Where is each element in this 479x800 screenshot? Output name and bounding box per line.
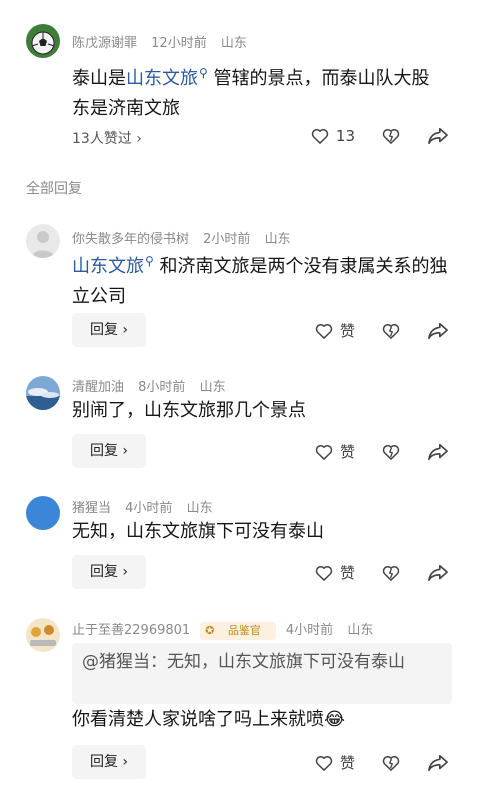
comment-actions: 赞 xyxy=(296,562,449,583)
reply-button[interactable]: 回复 › xyxy=(72,745,146,779)
username[interactable]: 陈戊源谢罪 xyxy=(72,36,137,51)
like-label: 赞 xyxy=(339,754,355,772)
search-icon: ⚲ xyxy=(145,254,154,268)
comment-actions: 赞 xyxy=(296,441,449,462)
dislike-button[interactable] xyxy=(381,563,401,583)
username[interactable]: 清醒加油 xyxy=(72,380,124,395)
comment-text: 无知，山东文旅旗下可没有泰山 xyxy=(72,521,324,542)
heart-icon xyxy=(311,129,329,144)
heart-icon xyxy=(315,444,333,460)
broken-heart-icon xyxy=(382,323,400,339)
heart-icon xyxy=(315,565,333,581)
timestamp: 8小时前 xyxy=(138,380,186,395)
like-button[interactable]: 赞 xyxy=(314,441,355,462)
like-label: 赞 xyxy=(339,443,355,461)
avatar[interactable] xyxy=(26,618,60,652)
chevron-right-icon: › xyxy=(122,564,129,580)
reply-button[interactable]: 回复 › xyxy=(72,313,146,347)
avatar[interactable] xyxy=(26,496,60,530)
reviewer-badge: ✪ 品鉴官 xyxy=(200,622,276,640)
location: 山东 xyxy=(264,232,291,247)
share-icon xyxy=(428,564,448,581)
search-icon: ⚲ xyxy=(199,66,208,80)
comment-meta: 清醒加油 8小时前 山东 xyxy=(72,376,236,395)
timestamp: 4小时前 xyxy=(285,623,334,638)
share-button[interactable] xyxy=(427,753,449,773)
likes-summary[interactable]: 13人赞过 › xyxy=(72,128,142,148)
search-link[interactable]: 山东文旅⚲ xyxy=(72,254,154,277)
location: 山东 xyxy=(220,36,247,51)
comment-text: 你看清楚人家说啥了吗上来就喷😂 xyxy=(72,709,346,730)
like-label: 赞 xyxy=(339,564,355,582)
comment-text: 山东文旅⚲ 和济南文旅是两个没有隶属关系的独立公司 xyxy=(72,254,448,307)
comment-meta: 陈戊源谢罪 12小时前 山东 xyxy=(72,32,257,51)
dislike-button[interactable] xyxy=(381,442,401,462)
share-icon xyxy=(428,443,448,460)
heart-icon xyxy=(315,323,333,339)
username[interactable]: 你失散多年的侵书树 xyxy=(72,232,189,247)
dislike-button[interactable] xyxy=(381,321,401,341)
like-button[interactable]: 赞 xyxy=(314,320,355,341)
comment-meta: 你失散多年的侵书树 2小时前 山东 xyxy=(72,228,301,247)
chevron-right-icon: › xyxy=(122,754,129,770)
share-button[interactable] xyxy=(427,321,449,341)
share-icon xyxy=(428,127,448,145)
reply-button[interactable]: 回复 › xyxy=(72,434,146,468)
comment-actions: 赞 xyxy=(296,320,449,341)
broken-heart-icon xyxy=(382,444,400,460)
dislike-button[interactable] xyxy=(381,126,401,146)
broken-heart-icon xyxy=(382,755,400,771)
avatar[interactable] xyxy=(26,24,60,58)
search-link[interactable]: 山东文旅⚲ xyxy=(126,66,208,89)
avatar[interactable] xyxy=(26,224,60,258)
reply-button[interactable]: 回复 › xyxy=(72,555,146,589)
laughing-crying-emoji-icon: 😂 xyxy=(324,709,346,730)
section-title: 全部回复 xyxy=(26,181,82,197)
heart-icon xyxy=(315,755,333,771)
location: 山东 xyxy=(199,380,226,395)
dislike-button[interactable] xyxy=(381,753,401,773)
comment-meta: 猪猩当 4小时前 山东 xyxy=(72,497,223,516)
comment-text: 别闹了，山东文旅那几个景点 xyxy=(72,400,306,421)
broken-heart-icon xyxy=(382,129,400,144)
timestamp: 12小时前 xyxy=(151,36,207,51)
chevron-right-icon: › xyxy=(136,131,142,147)
like-button[interactable]: 赞 xyxy=(314,562,355,583)
like-button[interactable]: 13 xyxy=(310,126,355,146)
share-button[interactable] xyxy=(427,442,449,462)
username[interactable]: 猪猩当 xyxy=(72,501,111,516)
like-count: 13 xyxy=(335,127,355,145)
quoted-comment[interactable]: @猪猩当：无知，山东文旅旗下可没有泰山 xyxy=(72,643,452,704)
avatar[interactable] xyxy=(26,376,60,410)
location: 山东 xyxy=(186,501,213,516)
chevron-right-icon: › xyxy=(122,322,129,338)
share-icon xyxy=(428,754,448,771)
broken-heart-icon xyxy=(382,565,400,581)
share-button[interactable] xyxy=(427,563,449,583)
like-label: 赞 xyxy=(339,322,355,340)
share-icon xyxy=(428,322,448,339)
chevron-right-icon: › xyxy=(122,443,129,459)
like-button[interactable]: 赞 xyxy=(314,752,355,773)
username[interactable]: 止于至善22969801 xyxy=(72,623,190,638)
location: 山东 xyxy=(347,623,374,638)
timestamp: 2小时前 xyxy=(203,232,251,247)
share-button[interactable] xyxy=(427,126,449,146)
comment-actions: 赞 xyxy=(296,752,449,773)
timestamp: 4小时前 xyxy=(125,501,173,516)
comment-actions: 13 xyxy=(292,126,449,146)
badge-icon: ✪ xyxy=(205,624,215,637)
comment-text: 泰山是山东文旅⚲ 管辖的景点，而泰山队大股东是济南文旅 xyxy=(72,66,430,119)
comment-meta: 止于至善22969801 ✪ 品鉴官 4小时前 山东 xyxy=(72,619,383,640)
